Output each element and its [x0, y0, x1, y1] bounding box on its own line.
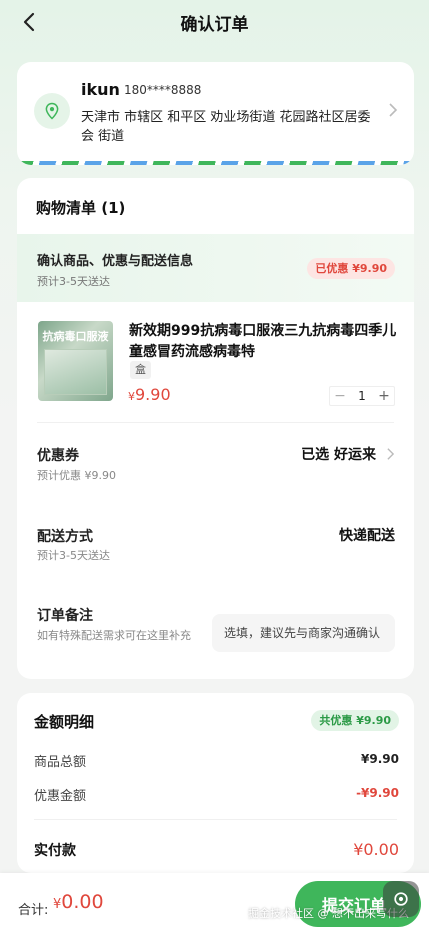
address-envelope-stripe [17, 161, 414, 165]
discount-value: -¥9.90 [356, 786, 399, 800]
product-price: ¥9.90 [128, 385, 171, 404]
address-card[interactable]: ikun 180****8888 天津市 市辖区 和平区 劝业场街道 花园路社区… [17, 62, 414, 165]
shopping-list-title: 购物清单 (1) [36, 199, 126, 217]
discount-badge: 已优惠 ¥9.90 [307, 258, 395, 279]
divider [34, 819, 397, 820]
product-image-box [44, 349, 107, 395]
sum-value: 0.00 [61, 891, 104, 913]
discount-label: 优惠金额 [34, 789, 87, 804]
order-info-band: 确认商品、优惠与配送信息 预计3-5天送达 已优惠 ¥9.90 [17, 234, 414, 302]
coupon-sub: 预计优惠 ¥9.90 [37, 469, 116, 482]
order-info-title: 确认商品、优惠与配送信息 [37, 254, 194, 269]
goods-total-value: ¥9.90 [361, 752, 399, 766]
paid-label: 实付款 [34, 843, 76, 859]
quantity-stepper: − 1 + [329, 386, 395, 406]
amount-card: 金额明细 共优惠 ¥9.90 商品总额 ¥9.90 优惠金额 -¥9.90 实付… [17, 693, 414, 873]
page-title: 确认订单 [180, 14, 249, 35]
remark-label: 订单备注 [37, 608, 93, 624]
remark-input[interactable]: 选填，建议先与商家沟通确认 [212, 614, 395, 652]
remark-sub: 如有特殊配送需求可在这里补充 [37, 629, 191, 642]
product-image[interactable]: 抗病毒口服液 [38, 321, 113, 401]
coupon-value: 已选 好运来 [301, 447, 376, 463]
recipient-phone: 180****8888 [124, 83, 202, 97]
order-info-eta: 预计3-5天送达 [37, 275, 110, 288]
delivery-label: 配送方式 [37, 529, 93, 545]
sum-label: 合计: [18, 903, 49, 918]
floating-tool-icon[interactable] [383, 881, 419, 917]
sum-amount: ¥0.00 [53, 891, 104, 913]
shopping-list-card: 购物清单 (1) 确认商品、优惠与配送信息 预计3-5天送达 已优惠 ¥9.90… [17, 178, 414, 679]
address-line: 天津市 市辖区 和平区 劝业场街道 花园路社区居委会 街道 [81, 110, 371, 144]
decrease-button[interactable]: − [330, 387, 350, 405]
paid-value: ¥0.00 [353, 840, 399, 859]
price-currency: ¥ [128, 390, 135, 403]
nav-bar: 确认订单 [0, 0, 429, 44]
product-image-label: 抗病毒口服液 [42, 330, 109, 343]
delivery-value: 快递配送 [339, 528, 395, 544]
chevron-right-icon [387, 448, 395, 460]
price-value: 9.90 [135, 385, 171, 404]
recipient-name: ikun [81, 80, 120, 99]
product-unit-tag: 盒 [130, 361, 151, 379]
chevron-right-icon [389, 103, 398, 117]
checkout-bar: 合计: ¥0.00 提交订单 [0, 873, 429, 933]
goods-total-label: 商品总额 [34, 755, 87, 770]
product-name[interactable]: 新效期999抗病毒口服液三九抗病毒四季儿童感冒药流感病毒特 [129, 321, 399, 363]
delivery-sub: 预计3-5天送达 [37, 549, 110, 562]
back-arrow-icon[interactable] [18, 10, 42, 34]
divider [37, 422, 394, 423]
quantity-value[interactable]: 1 [350, 389, 374, 403]
coupon-label: 优惠券 [37, 448, 79, 464]
increase-button[interactable]: + [374, 387, 394, 405]
location-pin-icon [34, 93, 70, 129]
total-discount-badge: 共优惠 ¥9.90 [311, 710, 399, 731]
amount-title: 金额明细 [34, 713, 95, 731]
